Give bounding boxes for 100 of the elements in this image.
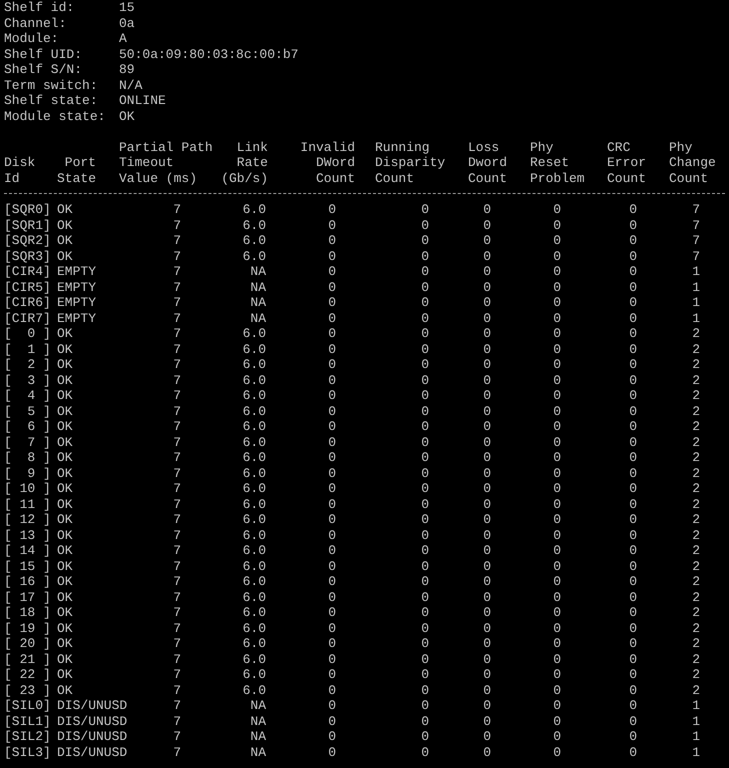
table-cell-text: 0	[420, 218, 430, 233]
table-cell-text: 7	[172, 558, 182, 574]
table-cell-text: 0	[327, 528, 337, 543]
table-cell-text: 0	[327, 248, 337, 264]
table-cell-text: EMPTY	[57, 310, 98, 326]
table-cell-text: 0	[482, 512, 492, 528]
table-cell-text: 0	[482, 543, 492, 558]
table-cell-text: 0	[482, 326, 492, 342]
table-cell-text: 0	[482, 729, 492, 744]
table-cell-text: 7	[172, 419, 182, 434]
table-cell-text: 0	[552, 466, 562, 481]
field-value: 89	[119, 62, 135, 78]
table-cell-text: 6.0	[242, 543, 267, 558]
table-cell-text: 2	[691, 419, 701, 434]
table-cell-text: 0	[552, 357, 562, 372]
table-cell-text: 0	[552, 496, 562, 512]
table-cell-text: OK	[57, 342, 74, 357]
table-cell-text: OK	[57, 636, 74, 652]
table-cell-text: EMPTY	[57, 264, 98, 280]
table-cell-text: 0	[552, 698, 562, 714]
table-cell-text: [ 20 ]	[4, 636, 52, 652]
table-cell-text: 0	[628, 667, 638, 682]
column-header: Invalid DWord Count	[300, 140, 355, 186]
table-cell-text: 6.0	[242, 419, 267, 434]
table-cell-text: 0	[327, 543, 337, 558]
table-cell-text: 0	[420, 605, 430, 620]
table-cell-text: 0	[628, 558, 638, 574]
table-cell-text: 0	[482, 388, 492, 404]
table-cell-text: 2	[691, 543, 701, 558]
table-cell-text: 0	[420, 419, 430, 434]
table-cell-text: 0	[420, 481, 430, 496]
table-cell-text: [SQR2]	[4, 233, 52, 248]
table-cell-text: 0	[628, 357, 638, 372]
table-cell-text: 2	[691, 434, 701, 450]
table-cell-text: 7	[172, 342, 182, 357]
table-cell-text: 7	[172, 729, 182, 744]
table-cell-text: 0	[552, 558, 562, 574]
table-cell-text: 6.0	[242, 667, 267, 682]
table-cell-text: [ 11 ]	[4, 496, 52, 512]
table-cell-text: 0	[420, 357, 430, 372]
table-cell-text: OK	[57, 652, 74, 667]
table-cell-text: 0	[327, 295, 337, 310]
table-cell-text: 0	[420, 729, 430, 744]
table-cell-text: 6.0	[242, 528, 267, 543]
table-cell-text: 7	[172, 202, 182, 218]
table-cell-text: 6.0	[242, 434, 267, 450]
column-header: Phy Change Count	[669, 140, 716, 186]
table-cell-text: 2	[691, 512, 701, 528]
column-header: Partial Path Timeout Value (ms)	[119, 140, 213, 186]
column-header: Port State	[56, 155, 96, 186]
table-cell-text: 0	[628, 652, 638, 667]
table-cell-text: 7	[172, 744, 182, 760]
table-cell-text: 6.0	[242, 620, 267, 636]
table-cell-text: 1	[691, 264, 701, 280]
table-cell-text: 0	[327, 233, 337, 248]
table-cell-text: NA	[249, 744, 267, 760]
table-cell-text: 0	[628, 543, 638, 558]
field-value: 15	[119, 0, 135, 16]
table-cell-text: 7	[172, 512, 182, 528]
table-cell-text: 2	[691, 326, 701, 342]
table-cell-text: 0	[628, 388, 638, 404]
field-value: 0a	[119, 16, 135, 31]
table-cell-text: 0	[420, 636, 430, 652]
table-cell-text: 0	[628, 466, 638, 481]
table-cell-text: 0	[420, 698, 430, 714]
table-cell-text: 0	[552, 512, 562, 528]
table-cell-text: 0	[552, 667, 562, 682]
table-cell-text: 0	[420, 248, 430, 264]
table-cell-text: 7	[691, 202, 701, 218]
table-cell-text: 0	[420, 233, 430, 248]
table-cell-text: DIS/UNUSD	[57, 714, 128, 729]
table-cell-text: OK	[57, 605, 74, 620]
table-cell-text: [SIL3]	[4, 744, 52, 760]
table-cell-text: 0	[552, 434, 562, 450]
table-cell-text: 0	[628, 512, 638, 528]
table-cell-text: 0	[552, 404, 562, 419]
table-cell-text: 0	[327, 466, 337, 481]
table-cell-text: OK	[57, 326, 74, 342]
table-cell-text: OK	[57, 233, 74, 248]
table-cell-text: 1	[691, 729, 701, 744]
table-cell-text: 0	[327, 280, 337, 295]
table-cell-text: 7	[691, 248, 701, 264]
table-cell-text: OK	[57, 434, 74, 450]
table-cell-text: OK	[57, 481, 74, 496]
table-cell-text: 0	[420, 496, 430, 512]
table-cell-text: 7	[172, 682, 182, 698]
table-cell-text: 0	[327, 698, 337, 714]
table-cell-text: [ 12 ]	[4, 512, 52, 528]
table-cell-text: [ 2 ]	[4, 357, 52, 372]
table-cell-text: 0	[482, 744, 492, 760]
field-label: Module:	[4, 31, 60, 46]
table-cell-text: 2	[691, 357, 701, 372]
table-cell-text: 0	[420, 388, 430, 404]
table-cell-text: 6.0	[242, 450, 267, 466]
table-cell-text: 0	[327, 218, 337, 233]
column-header: Disk Id	[4, 155, 36, 186]
table-cell-text: 0	[420, 342, 430, 357]
table-cell-text: 6.0	[242, 218, 267, 233]
table-cell-text: 7	[691, 233, 701, 248]
table-cell-text: [ 18 ]	[4, 605, 52, 620]
